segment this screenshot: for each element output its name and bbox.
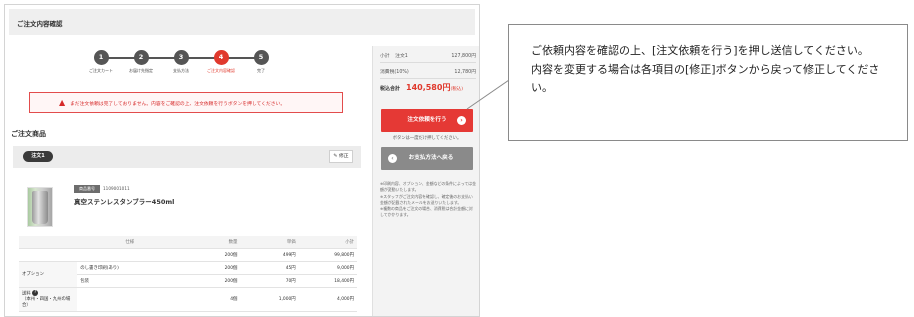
subtotal-order: 注文1 — [395, 54, 408, 59]
table-header-empty — [19, 236, 78, 249]
step-4-current: 4 ご注文内容確認 — [201, 50, 241, 74]
qty-cell: 200個 — [182, 248, 241, 262]
subtotal-value: 127,800円 — [451, 54, 476, 59]
instruction-callout: ご依頼内容を確認の上、[注文依頼を行う]を押し送信してください。 内容を変更する… — [508, 24, 908, 141]
back-to-payment-button[interactable]: ‹ お支払方法へ戻る — [381, 147, 473, 170]
order-items-table: 仕様 数量 単価 小計 200個 499円 99,800円 オプション のし書き… — [19, 236, 357, 312]
order-badge: 注文1 — [23, 151, 53, 162]
tax-label: 消費税(10%) — [380, 70, 409, 75]
qty-cell: 4個 — [182, 287, 241, 312]
alert-text: まだ注文依頼は完了しておりません。内容をご確認の上、注文依頼を行うボタンを押して… — [70, 102, 286, 107]
step-label: ご注文カート — [89, 68, 113, 73]
product-number-tag: 商品番号 — [74, 185, 100, 193]
table-cell — [77, 287, 183, 312]
option-label-cell: オプション — [19, 261, 78, 288]
step-label: 支払方法 — [173, 68, 189, 73]
step-label: お届け先指定 — [129, 68, 153, 73]
order-summary-sidebar: 小計 注文1 127,800円 消費税(10%) 12,780円 税込合計 14… — [372, 46, 479, 316]
table-header-row: 仕様 数量 単価 小計 — [19, 236, 357, 249]
product-name: 真空ステンレスタンブラー450ml — [74, 198, 175, 206]
tax-row: 消費税(10%) 12,780円 — [380, 68, 476, 75]
table-row: 200個 499円 99,800円 — [19, 248, 357, 262]
table-cell — [19, 248, 78, 262]
incomplete-alert: ▲ まだ注文依頼は完了しておりません。内容をご確認の上、注文依頼を行うボタンを押… — [29, 92, 343, 113]
subtotal-label: 小計 — [380, 54, 390, 59]
tax-value: 12,780円 — [454, 70, 476, 75]
unit-price-cell: 70円 — [240, 274, 299, 288]
total-note: (税込) — [450, 87, 463, 92]
summary-notes: ※印刷内容、オプション、金額などの条件によっては金額が変動いたします。 ※スタッ… — [380, 181, 477, 218]
step-label: ご注文内容確認 — [207, 68, 235, 73]
chevron-right-icon: › — [457, 116, 466, 125]
option-name-cell: 包装 — [77, 274, 183, 288]
table-header-spec: 仕様 — [77, 236, 183, 249]
total-amount: 140,580円(税込) — [406, 82, 463, 93]
step-number: 4 — [213, 50, 229, 65]
option-name-cell: のし書き印刷(あり) — [77, 261, 183, 275]
table-row: オプション のし書き印刷(あり) 200個 45円 9,000円 — [19, 261, 357, 288]
order-header: 注文1 ✎ 修正 — [13, 146, 361, 168]
subtotal-cell: 9,000円 — [298, 261, 357, 275]
step-2: 2 お届け先指定 — [121, 50, 161, 74]
chevron-left-icon: ‹ — [388, 154, 397, 163]
divider — [380, 78, 476, 79]
help-icon[interactable]: ? — [32, 289, 39, 296]
unit-price-cell: 499円 — [240, 248, 299, 262]
back-label: お支払方法へ戻る — [408, 155, 454, 161]
step-1: 1 ご注文カート — [81, 50, 121, 74]
divider — [380, 62, 476, 63]
step-number: 3 — [173, 50, 189, 65]
page-title: ご注文内容確認 — [9, 9, 475, 35]
table-cell — [77, 248, 183, 262]
pencil-icon: ✎ — [333, 154, 338, 159]
checkout-stepper: 1 ご注文カート 2 お届け先指定 3 支払方法 4 ご注文内容確認 5 完了 — [87, 50, 277, 80]
table-row: 送料 ? （本州・四国・九州の場合） 4個 1,000円 4,000円 — [19, 287, 357, 312]
subtotal-cell: 4,000円 — [298, 287, 357, 312]
total-label: 税込合計 — [380, 86, 401, 92]
section-title: ご注文商品 — [11, 130, 46, 138]
step-number: 1 — [93, 50, 109, 65]
unit-price-cell: 45円 — [240, 261, 299, 275]
product-code: 1109001011 — [103, 186, 130, 191]
qty-cell: 200個 — [182, 274, 241, 288]
step-3: 3 支払方法 — [161, 50, 201, 74]
step-label: 完了 — [257, 68, 265, 73]
submit-label: 注文依頼を行う — [407, 117, 447, 123]
product-image — [27, 187, 53, 227]
subtotal-row: 小計 注文1 127,800円 — [380, 52, 476, 59]
submit-order-button[interactable]: 注文依頼を行う › — [381, 109, 473, 132]
edit-label: 修正 — [338, 154, 349, 159]
shipping-label-cell: 送料 ? （本州・四国・九州の場合） — [19, 287, 78, 312]
subtotal-cell: 18,400円 — [298, 274, 357, 288]
shipping-note: （本州・四国・九州の場合） — [22, 297, 71, 309]
step-number: 5 — [253, 50, 269, 65]
table-header-unit: 単価 — [240, 236, 299, 249]
step-5: 5 完了 — [241, 50, 281, 74]
click-once-note: ボタンは一度だけ押してください。 — [392, 136, 462, 141]
table-header-subtotal: 小計 — [298, 236, 357, 249]
edit-button[interactable]: ✎ 修正 — [329, 150, 353, 163]
unit-price-cell: 1,000円 — [240, 287, 299, 312]
order-confirmation-page: ご注文内容確認 1 ご注文カート 2 お届け先指定 3 支払方法 4 ご注文内容… — [4, 4, 480, 317]
total-value: 140,580円 — [406, 83, 451, 92]
subtotal-cell: 99,800円 — [298, 248, 357, 262]
warning-icon: ▲ — [59, 98, 66, 107]
table-header-qty: 数量 — [182, 236, 241, 249]
step-number: 2 — [133, 50, 149, 65]
qty-cell: 200個 — [182, 261, 241, 275]
